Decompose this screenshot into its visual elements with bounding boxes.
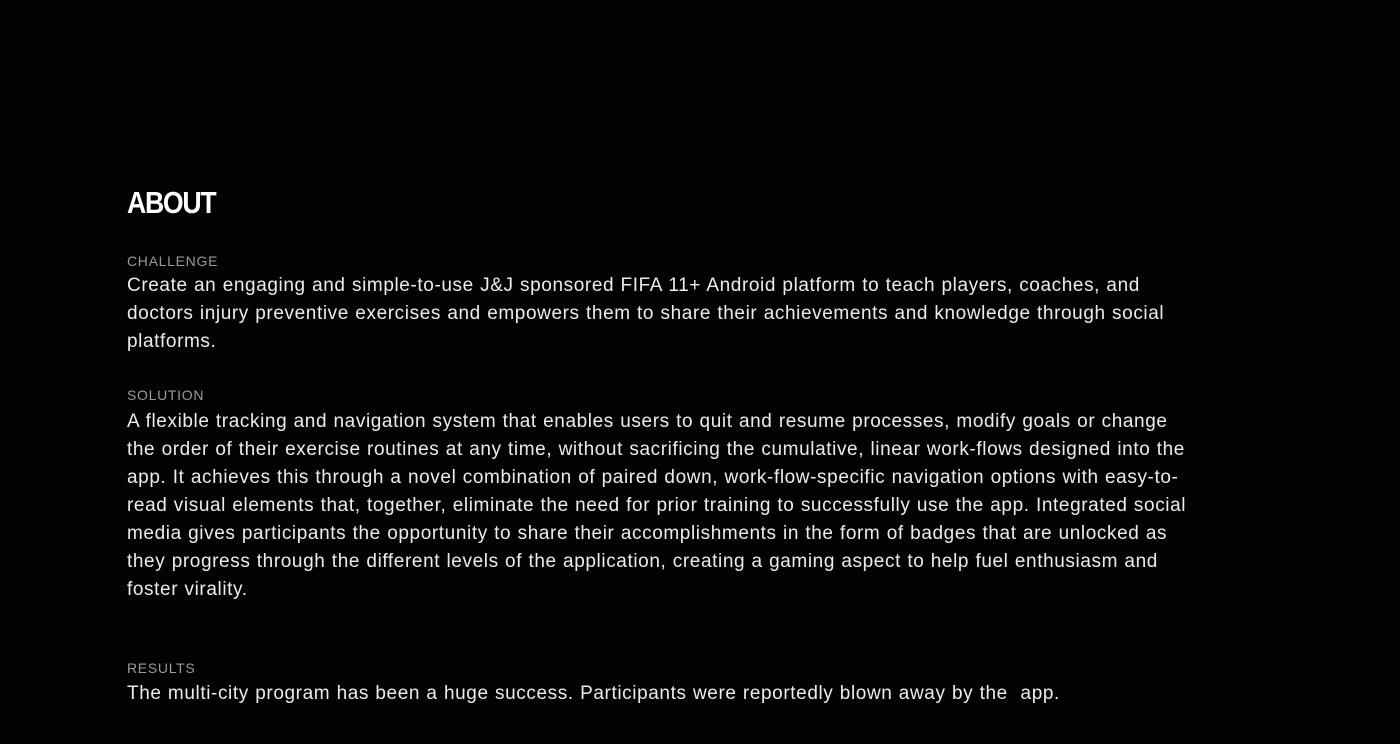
about-heading: ABOUT: [127, 185, 217, 220]
solution-text: A flexible tracking and navigation syste…: [127, 411, 1187, 600]
challenge-block: CHALLENGE Create an engaging and simple-…: [127, 252, 1187, 356]
solution-label: SOLUTION: [127, 387, 205, 403]
results-block: RESULTS The multi-city program has been …: [127, 659, 1197, 708]
challenge-label: CHALLENGE: [127, 253, 219, 269]
about-section: ABOUT CHALLENGE Create an engaging and s…: [127, 183, 1187, 704]
results-text: The multi-city program has been a huge s…: [127, 683, 1060, 704]
solution-block: SOLUTION A flexible tracking and navigat…: [127, 386, 1187, 604]
results-label: RESULTS: [127, 660, 196, 676]
challenge-text: Create an engaging and simple-to-use J&J…: [127, 275, 1165, 352]
